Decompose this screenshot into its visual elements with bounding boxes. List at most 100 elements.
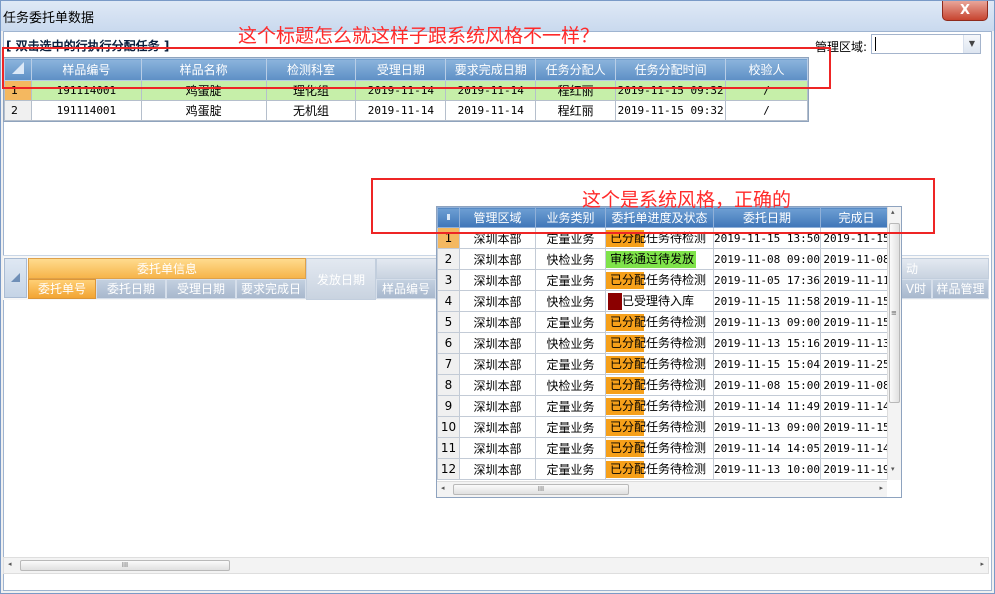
cell-biz-type[interactable]: 快检业务 xyxy=(535,290,606,312)
cell-order-date[interactable]: 2019-11-13 09:00 xyxy=(713,416,821,438)
scroll-thumb[interactable]: ≡ xyxy=(889,223,900,403)
cell-progress[interactable]: 已分配任务待检测 xyxy=(605,437,714,459)
col-sample-mgmt[interactable]: 样品管理 xyxy=(932,279,989,299)
cell-biz-type[interactable]: 快检业务 xyxy=(535,248,606,270)
cell-order-date[interactable]: 2019-11-15 15:04 xyxy=(713,353,821,375)
col-v-time[interactable]: V时 xyxy=(900,279,932,299)
cell-biz-type[interactable]: 定量业务 xyxy=(535,311,606,333)
cell-progress[interactable]: 已分配任务待检测 xyxy=(605,269,714,291)
cell-accept-date[interactable]: 2019-11-14 xyxy=(355,100,447,121)
cell-order-date[interactable]: 2019-11-13 09:00 xyxy=(713,311,821,333)
col-sample-no[interactable]: 样品编号 xyxy=(376,279,436,299)
cell-progress[interactable]: 已分配任务待检测 xyxy=(605,353,714,375)
cell-order-date[interactable]: 2019-11-13 10:00 xyxy=(713,458,821,480)
cell-progress[interactable]: 已分配任务待检测 xyxy=(605,374,714,396)
cell-area[interactable]: 深圳本部 xyxy=(459,395,536,417)
cell-order-date[interactable]: 2019-11-15 11:58 xyxy=(713,290,821,312)
cell-biz-type[interactable]: 快检业务 xyxy=(535,332,606,354)
cell-finish-date[interactable]: 2019-11-14 xyxy=(819,437,893,459)
cell-area[interactable]: 深圳本部 xyxy=(459,332,536,354)
table-row[interactable]: 2 191114001 鸡蛋腚 无机组 2019-11-14 2019-11-1… xyxy=(4,100,808,121)
table-row[interactable]: 5 深圳本部 定量业务 已分配任务待检测 2019-11-13 09:00 2019-11… xyxy=(437,311,893,333)
cell-order-date[interactable]: 2019-11-14 14:05 xyxy=(713,437,821,459)
table-row[interactable]: 6 深圳本部 快检业务 已分配任务待检测 2019-11-13 15:16 2019-11… xyxy=(437,332,893,354)
cell-area[interactable]: 深圳本部 xyxy=(459,311,536,333)
cell-finish-date[interactable]: 2019-11-11 xyxy=(819,269,893,291)
cell-area[interactable]: 深圳本部 xyxy=(459,290,536,312)
cell-area[interactable]: 深圳本部 xyxy=(459,248,536,270)
cell-order-date[interactable]: 2019-11-14 11:49 xyxy=(713,395,821,417)
select-all-corner[interactable] xyxy=(4,258,27,298)
cell-area[interactable]: 深圳本部 xyxy=(459,416,536,438)
close-button[interactable]: X xyxy=(942,1,988,21)
cell-finish-date[interactable]: 2019-11-14 xyxy=(819,395,893,417)
cell-area[interactable]: 深圳本部 xyxy=(459,269,536,291)
cell-biz-type[interactable]: 定量业务 xyxy=(535,395,606,417)
scroll-down-icon[interactable]: ▾ xyxy=(891,465,895,473)
col-ship-date[interactable]: 发放日期 xyxy=(306,258,376,300)
table-row[interactable]: 2 深圳本部 快检业务 审核通过待发放 2019-11-08 09:00 2019-11-… xyxy=(437,248,893,270)
cell-order-date[interactable]: 2019-11-08 09:00 xyxy=(713,248,821,270)
cell-finish-date[interactable]: 2019-11-15 xyxy=(819,290,893,312)
cell-order-date[interactable]: 2019-11-13 15:16 xyxy=(713,332,821,354)
cell-order-date[interactable]: 2019-11-05 17:36 xyxy=(713,269,821,291)
table-row[interactable]: 4 深圳本部 快检业务 已受理待入库 2019-11-15 11:58 2019-11-1… xyxy=(437,290,893,312)
col-accept-date[interactable]: 受理日期 xyxy=(166,279,236,299)
col-order-no[interactable]: 委托单号 xyxy=(28,279,96,299)
cell-order-date[interactable]: 2019-11-08 15:00 xyxy=(713,374,821,396)
cell-finish-date[interactable]: 2019-11-15 xyxy=(819,311,893,333)
chevron-down-icon[interactable]: ▼ xyxy=(963,35,980,53)
cell-biz-type[interactable]: 定量业务 xyxy=(535,416,606,438)
cell-progress[interactable]: 已分配任务待检测 xyxy=(605,332,714,354)
management-area-combo[interactable]: ▼ xyxy=(871,34,981,54)
table-row[interactable]: 3 深圳本部 定量业务 已分配任务待检测 2019-11-05 17:36 2019-11… xyxy=(437,269,893,291)
cell-progress[interactable]: 已受理待入库 xyxy=(605,290,714,312)
cell-due-date[interactable]: 2019-11-14 xyxy=(445,100,537,121)
status-badge: 已分配任务待检测 xyxy=(606,460,713,479)
cell-finish-date[interactable]: 2019-11-15 xyxy=(819,416,893,438)
vertical-scrollbar[interactable]: ▴ ≡ ▾ xyxy=(887,207,901,480)
scroll-thumb[interactable]: III xyxy=(20,560,230,571)
scroll-left-icon[interactable]: ◂ xyxy=(441,484,445,492)
cell-biz-type[interactable]: 定量业务 xyxy=(535,353,606,375)
cell-progress[interactable]: 已分配任务待检测 xyxy=(605,416,714,438)
scroll-right-icon[interactable]: ▸ xyxy=(980,560,984,568)
cell-finish-date[interactable]: 2019-11-25 xyxy=(819,353,893,375)
cell-biz-type[interactable]: 快检业务 xyxy=(535,374,606,396)
cell-area[interactable]: 深圳本部 xyxy=(459,437,536,459)
table-row[interactable]: 7 深圳本部 定量业务 已分配任务待检测 2019-11-15 15:04 2019-11… xyxy=(437,353,893,375)
cell-area[interactable]: 深圳本部 xyxy=(459,458,536,480)
cell-finish-date[interactable]: 2019-11-08 xyxy=(819,248,893,270)
cell-area[interactable]: 深圳本部 xyxy=(459,353,536,375)
cell-finish-date[interactable]: 2019-11-19 xyxy=(819,458,893,480)
cell-dept[interactable]: 无机组 xyxy=(265,100,357,121)
table-row[interactable]: 11 深圳本部 定量业务 已分配任务待检测 2019-11-14 14:05 2019-1… xyxy=(437,437,893,459)
horizontal-scrollbar[interactable]: ◂ III ▸ xyxy=(3,557,989,574)
col-due-date[interactable]: 要求完成日 xyxy=(236,279,306,299)
cell-progress[interactable]: 已分配任务待检测 xyxy=(605,395,714,417)
row-number: 10 xyxy=(437,416,460,438)
cell-assign-time[interactable]: 2019-11-15 09:32 xyxy=(615,100,727,121)
table-row[interactable]: 8 深圳本部 快检业务 已分配任务待检测 2019-11-08 15:00 2019-11… xyxy=(437,374,893,396)
cell-sample-no[interactable]: 191114001 xyxy=(30,100,142,121)
table-row[interactable]: 9 深圳本部 定量业务 已分配任务待检测 2019-11-14 11:49 2019-11… xyxy=(437,395,893,417)
cell-sample-name[interactable]: 鸡蛋腚 xyxy=(140,100,267,121)
cell-progress[interactable]: 已分配任务待检测 xyxy=(605,458,714,480)
col-order-date[interactable]: 委托日期 xyxy=(96,279,166,299)
cell-biz-type[interactable]: 定量业务 xyxy=(535,269,606,291)
table-row[interactable]: 10 深圳本部 定量业务 已分配任务待检测 2019-11-13 09:00 2019-1… xyxy=(437,416,893,438)
cell-progress[interactable]: 已分配任务待检测 xyxy=(605,311,714,333)
cell-finish-date[interactable]: 2019-11-08 xyxy=(819,374,893,396)
cell-area[interactable]: 深圳本部 xyxy=(459,374,536,396)
scroll-thumb[interactable]: III xyxy=(453,484,629,495)
horizontal-scrollbar[interactable]: ◂ III ▸ xyxy=(437,481,887,497)
cell-biz-type[interactable]: 定量业务 xyxy=(535,437,606,459)
scroll-left-icon[interactable]: ◂ xyxy=(8,560,12,568)
cell-verifier[interactable]: / xyxy=(725,100,808,121)
cell-progress[interactable]: 审核通过待发放 xyxy=(605,248,714,270)
table-row[interactable]: 12 深圳本部 定量业务 已分配任务待检测 2019-11-13 10:00 2019-1… xyxy=(437,458,893,480)
cell-finish-date[interactable]: 2019-11-13 xyxy=(819,332,893,354)
cell-biz-type[interactable]: 定量业务 xyxy=(535,458,606,480)
scroll-right-icon[interactable]: ▸ xyxy=(879,484,883,492)
cell-assigner[interactable]: 程红丽 xyxy=(535,100,617,121)
